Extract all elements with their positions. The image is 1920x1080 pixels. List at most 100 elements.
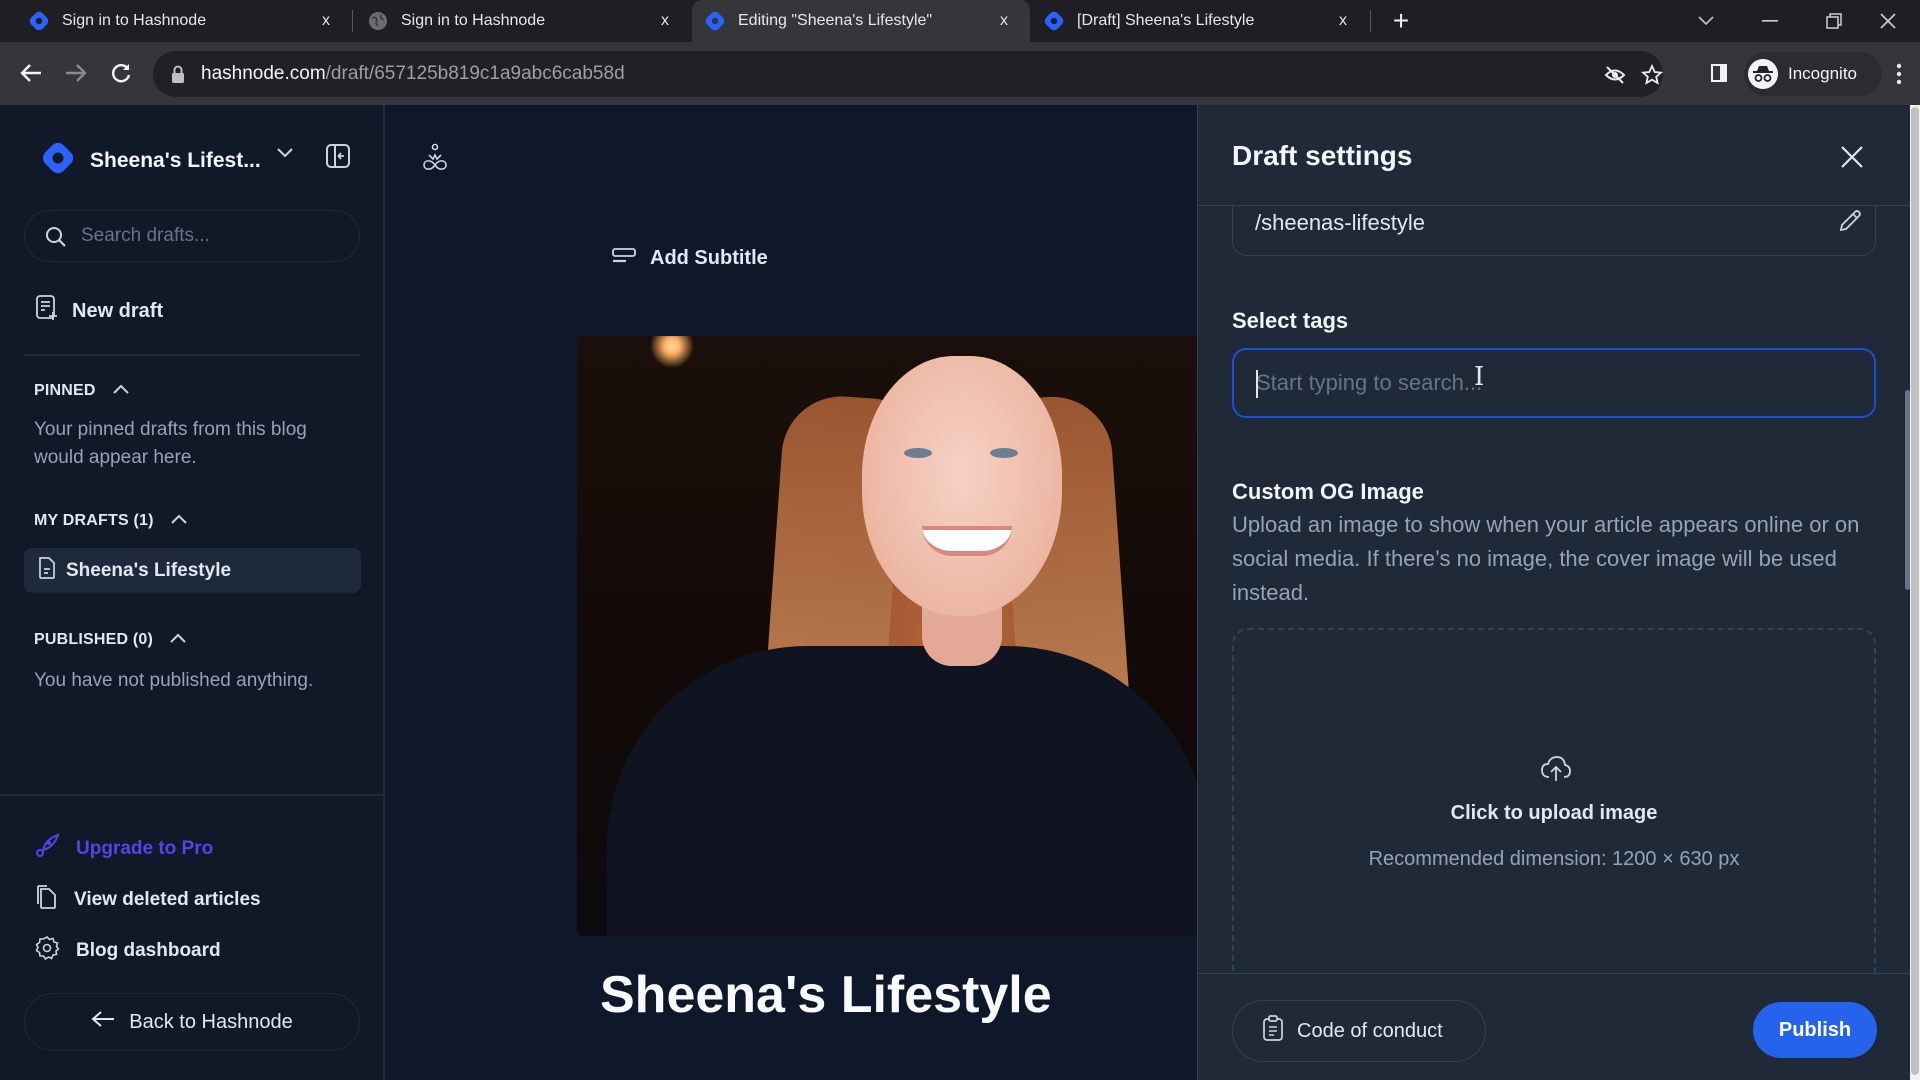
window-close-icon[interactable] (1856, 0, 1920, 42)
hashnode-logo-icon (1043, 10, 1065, 32)
reload-icon[interactable] (104, 56, 138, 90)
page-scrollbar-thumb[interactable] (1911, 107, 1919, 1075)
upgrade-label: Upgrade to Pro (76, 838, 214, 859)
view-deleted-articles-link[interactable]: View deleted articles (34, 884, 261, 916)
slug-value: /sheenas-lifestyle (1255, 210, 1425, 235)
select-tags-label: Select tags (1232, 308, 1349, 333)
published-empty-text: You have not published anything. (34, 670, 314, 691)
deleted-articles-label: View deleted articles (74, 889, 261, 910)
clipboard-icon (1263, 1015, 1283, 1047)
upload-hint: Recommended dimension: 1200 × 630 px (1368, 848, 1740, 870)
cloud-upload-icon (1540, 755, 1572, 788)
address-bar[interactable]: hashnode.com/draft/657125b819c1a9abc6cab… (153, 51, 1663, 97)
hashnode-logo-icon (704, 10, 726, 32)
search-drafts-field[interactable] (24, 210, 360, 262)
pinned-section-toggle[interactable]: PINNED (34, 382, 130, 400)
draft-title: Sheena's Lifestyle (66, 559, 232, 581)
add-subtitle-button[interactable]: Add Subtitle (612, 247, 768, 270)
cover-image[interactable] (577, 336, 1197, 936)
tab-close-icon[interactable]: x (651, 12, 679, 30)
tab-close-icon[interactable]: x (312, 12, 340, 30)
forward-arrow-icon[interactable] (59, 56, 93, 90)
rocket-icon (34, 833, 60, 865)
collapse-sidebar-icon[interactable] (325, 143, 351, 169)
custom-og-image-label: Custom OG Image (1232, 479, 1424, 504)
article-title[interactable]: Sheena's Lifestyle (600, 965, 1052, 1025)
page-scrollbar[interactable] (1910, 105, 1920, 1080)
tab-search-chevron-icon[interactable] (1674, 0, 1738, 42)
browser-toolbar: hashnode.com/draft/657125b819c1a9abc6cab… (0, 42, 1920, 105)
new-tab-button[interactable]: + (1384, 4, 1418, 38)
blog-name: Sheena's Lifest... (90, 148, 261, 172)
eye-off-icon[interactable] (1603, 63, 1627, 87)
back-to-hashnode-button[interactable]: Back to Hashnode (24, 993, 360, 1051)
tab-title: Sign in to Hashnode (401, 12, 546, 29)
ibeam-cursor-icon: I (1474, 362, 1485, 392)
url-host: hashnode.com (201, 63, 326, 84)
chevron-down-icon[interactable] (276, 146, 294, 164)
upload-label: Click to upload image (1450, 802, 1658, 824)
browser-tab[interactable]: Sign in to Hashnode x (353, 0, 691, 42)
tab-title: [Draft] Sheena's Lifestyle (1077, 12, 1255, 29)
og-image-description: Upload an image to show when your articl… (1232, 512, 1860, 605)
side-panel-icon[interactable] (1702, 56, 1736, 90)
document-icon (38, 557, 56, 584)
hashnode-logo-icon (40, 140, 76, 181)
incognito-profile-button[interactable]: Incognito (1744, 52, 1882, 96)
globe-icon (367, 10, 389, 32)
close-icon[interactable] (1838, 143, 1866, 171)
chevron-up-icon (170, 512, 188, 530)
og-image-upload-dropzone[interactable]: Click to upload image Recommended dimens… (1232, 628, 1876, 988)
my-drafts-section-toggle[interactable]: MY DRAFTS (1) (34, 512, 188, 530)
zen-mode-icon[interactable] (420, 143, 450, 173)
bookmark-star-icon[interactable] (1640, 63, 1664, 87)
cover-image-face (862, 356, 1062, 616)
browser-menu-icon[interactable] (1896, 62, 1910, 86)
minimize-icon[interactable] (1738, 0, 1802, 42)
url-text[interactable]: hashnode.com/draft/657125b819c1a9abc6cab… (201, 63, 625, 85)
chevron-up-icon (169, 631, 187, 649)
draft-settings-header: Draft settings (1198, 105, 1911, 206)
back-arrow-icon[interactable] (14, 56, 48, 90)
browser-tabstrip: Sign in to Hashnode x Sign in to Hashnod… (0, 0, 1920, 42)
upgrade-to-pro-link[interactable]: Upgrade to Pro (34, 833, 213, 865)
new-draft-button[interactable]: New draft (36, 295, 163, 327)
blog-dashboard-link[interactable]: Blog dashboard (34, 935, 221, 967)
publish-button[interactable]: Publish (1753, 1002, 1877, 1058)
draft-settings-footer: Code of conduct Publish (1198, 973, 1911, 1080)
url-path: /draft/657125b819c1a9abc6cab58d (325, 63, 625, 84)
new-draft-icon (36, 295, 58, 327)
tab-close-icon[interactable]: x (990, 12, 1018, 30)
hashnode-logo-icon (28, 10, 50, 32)
code-of-conduct-label: Code of conduct (1297, 1019, 1443, 1042)
search-icon (45, 226, 67, 253)
code-of-conduct-button[interactable]: Code of conduct (1232, 1000, 1486, 1062)
published-heading: PUBLISHED (0) (34, 631, 154, 648)
tab-separator (1370, 10, 1371, 32)
tags-search-field[interactable]: I (1232, 348, 1876, 418)
draft-settings-title: Draft settings (1232, 140, 1413, 171)
lock-icon (171, 65, 185, 88)
pencil-icon[interactable] (1837, 208, 1863, 239)
article-slug-field[interactable]: /sheenas-lifestyle (1232, 206, 1876, 256)
search-drafts-input[interactable] (81, 211, 341, 261)
browser-tab[interactable]: [Draft] Sheena's Lifestyle x (1031, 0, 1369, 42)
browser-tab-active[interactable]: Editing "Sheena's Lifestyle" x (692, 0, 1030, 42)
back-label: Back to Hashnode (129, 1010, 293, 1033)
browser-tab[interactable]: Sign in to Hashnode x (0, 0, 352, 42)
text-caret (1256, 370, 1258, 398)
published-section-toggle[interactable]: PUBLISHED (0) (34, 631, 187, 649)
blog-switcher[interactable]: Sheena's Lifest... (40, 140, 293, 181)
subtitle-icon (612, 247, 636, 270)
chevron-up-icon (112, 382, 130, 400)
draft-list-item[interactable]: Sheena's Lifestyle (24, 548, 361, 593)
cover-image-smile (922, 526, 1012, 556)
copy-documents-icon (34, 884, 58, 916)
tab-close-icon[interactable]: x (1329, 12, 1357, 30)
tags-search-input[interactable] (1256, 350, 1856, 416)
drafts-sidebar: Sheena's Lifest... New draft PINNED (0, 105, 385, 1080)
blog-dashboard-label: Blog dashboard (76, 940, 221, 961)
new-draft-label: New draft (72, 299, 164, 322)
cover-image-torso (607, 646, 1197, 936)
my-drafts-heading: MY DRAFTS (1) (34, 512, 154, 529)
